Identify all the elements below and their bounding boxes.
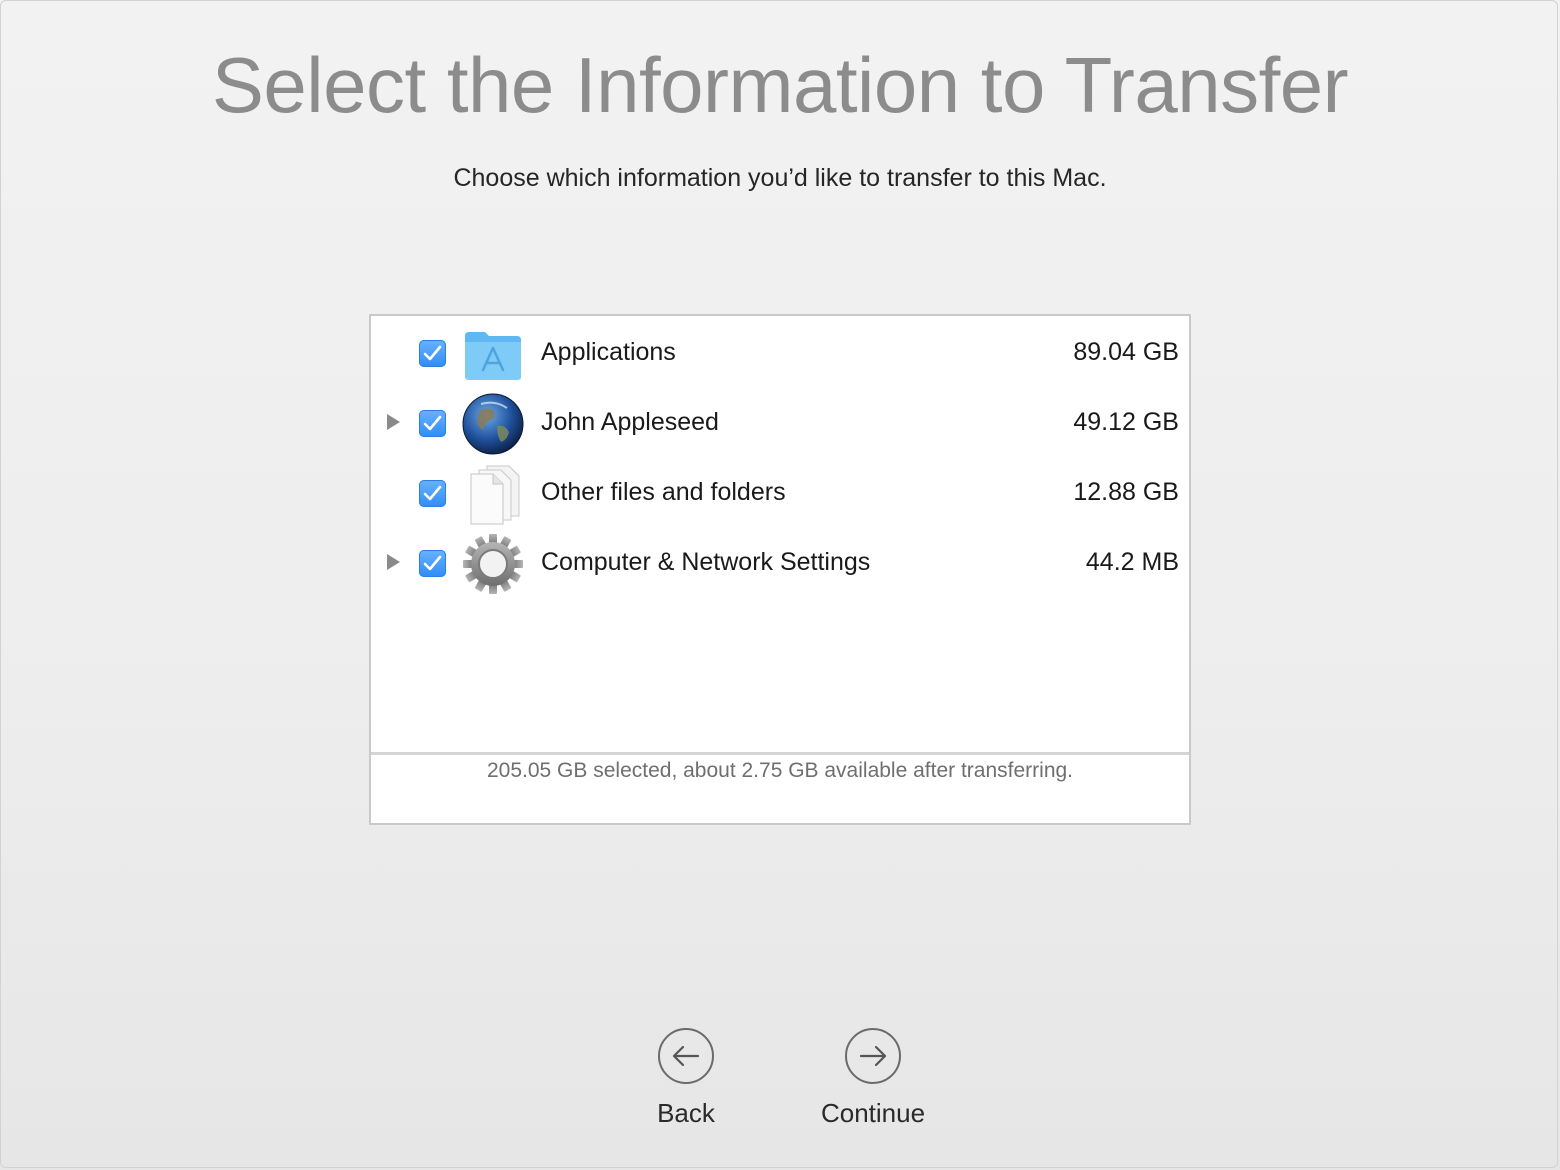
list-item-applications[interactable]: Applications 89.04 GB	[371, 318, 1189, 388]
continue-arrow-icon[interactable]	[845, 1028, 901, 1084]
settings-disclosure-triangle-icon[interactable]	[387, 554, 400, 570]
continue-label: Continue	[820, 1098, 926, 1128]
transfer-selection-panel: Applications 89.04 GB John Appleseed 49.…	[369, 314, 1191, 825]
other-files-label: Other files and folders	[541, 478, 786, 506]
applications-size: 89.04 GB	[1073, 338, 1179, 366]
transfer-item-list: Applications 89.04 GB John Appleseed 49.…	[371, 316, 1189, 752]
user-size: 49.12 GB	[1073, 408, 1179, 436]
page-title: Select the Information to Transfer	[211, 41, 1349, 129]
selection-summary-text: 205.05 GB selected, about 2.75 GB availa…	[486, 759, 1074, 782]
list-item-settings[interactable]: Computer & Network Settings 44.2 MB	[371, 528, 1189, 598]
selection-summary-bar: 205.05 GB selected, about 2.75 GB availa…	[371, 752, 1189, 823]
settings-label: Computer & Network Settings	[541, 548, 871, 576]
gear-icon	[461, 532, 525, 596]
applications-label: Applications	[541, 338, 676, 366]
continue-button[interactable]: Continue	[793, 1028, 953, 1129]
documents-icon	[461, 462, 525, 526]
applications-folder-icon	[461, 322, 525, 386]
user-globe-icon	[461, 392, 525, 456]
other-files-checkbox[interactable]	[419, 480, 446, 507]
user-label: John Appleseed	[541, 408, 719, 436]
back-label: Back	[657, 1098, 715, 1128]
page-subtitle: Choose which information you’d like to t…	[453, 164, 1107, 192]
back-arrow-icon[interactable]	[658, 1028, 714, 1084]
back-button[interactable]: Back	[606, 1028, 766, 1129]
settings-checkbox[interactable]	[419, 550, 446, 577]
list-item-user[interactable]: John Appleseed 49.12 GB	[371, 388, 1189, 458]
list-item-other-files[interactable]: Other files and folders 12.88 GB	[371, 458, 1189, 528]
settings-size: 44.2 MB	[1085, 548, 1179, 576]
user-disclosure-triangle-icon[interactable]	[387, 414, 400, 430]
user-checkbox[interactable]	[419, 410, 446, 437]
applications-checkbox[interactable]	[419, 340, 446, 367]
other-files-size: 12.88 GB	[1073, 478, 1179, 506]
